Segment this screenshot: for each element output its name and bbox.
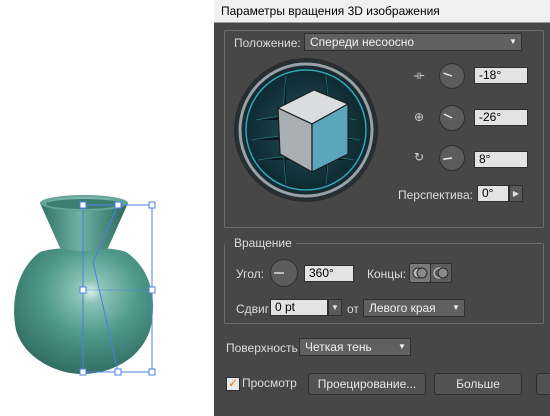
- offset-edge-value: Левого края: [369, 301, 436, 315]
- chevron-down-icon: ▼: [331, 303, 339, 312]
- ok-button-partial[interactable]: [536, 373, 550, 395]
- y-axis-rotate-icon: ⊕: [413, 110, 425, 124]
- artboard[interactable]: [0, 0, 214, 416]
- position-preset-dropdown[interactable]: Спереди несоосно ▼: [304, 33, 522, 51]
- chevron-down-icon: ▼: [452, 303, 460, 312]
- track-cube[interactable]: [236, 60, 376, 200]
- vase-3d-artwork: [14, 195, 156, 376]
- z-dial-needle: [442, 157, 453, 160]
- cap-on-icon: [412, 267, 428, 279]
- position-preset-value: Спереди несоосно: [310, 35, 415, 49]
- chevron-down-icon: ▼: [398, 342, 406, 351]
- angle-dial-needle: [274, 272, 284, 274]
- checkmark-icon: ✓: [228, 376, 239, 390]
- surface-dropdown[interactable]: Четкая тень ▼: [299, 338, 411, 356]
- y-rotation-dial[interactable]: [439, 105, 465, 131]
- preview-checkbox[interactable]: ✓: [226, 376, 240, 391]
- z-axis-rotate-icon: ↻: [413, 150, 425, 164]
- perspective-label: Перспектива:: [398, 188, 473, 202]
- perspective-field[interactable]: 0°: [477, 185, 509, 202]
- dialog-title: Параметры вращения 3D изображения: [221, 4, 440, 18]
- chevron-right-icon: ▶: [512, 189, 520, 198]
- perspective-dropdown-button[interactable]: ▶: [509, 185, 523, 202]
- offset-dropdown-button[interactable]: ▼: [328, 299, 342, 316]
- angle-dial[interactable]: [270, 259, 298, 287]
- x-axis-rotate-icon: ⟛: [413, 68, 425, 82]
- x-dial-needle: [443, 72, 453, 77]
- z-rotation-field[interactable]: 8°: [474, 151, 528, 168]
- cap-off-button[interactable]: [430, 263, 452, 283]
- surface-value: Четкая тень: [305, 340, 372, 354]
- 3d-revolve-options-dialog: Параметры вращения 3D изображения Положе…: [214, 0, 550, 416]
- caps-label: Концы:: [367, 267, 407, 281]
- position-label: Положение:: [234, 36, 301, 50]
- more-options-button[interactable]: Больше: [434, 373, 522, 395]
- preview-label: Просмотр: [242, 376, 297, 390]
- dialog-titlebar[interactable]: Параметры вращения 3D изображения: [214, 0, 550, 23]
- map-art-button[interactable]: Проецирование...: [308, 373, 426, 395]
- surface-label: Поверхность:: [226, 341, 302, 355]
- offset-field[interactable]: 0 pt: [270, 299, 328, 316]
- from-label: от: [347, 302, 359, 316]
- x-rotation-dial[interactable]: [439, 63, 465, 89]
- offset-label: Сдвиг:: [236, 302, 273, 316]
- cap-on-button[interactable]: [409, 263, 431, 283]
- y-dial-needle: [443, 113, 453, 119]
- z-rotation-dial[interactable]: [439, 145, 465, 171]
- cap-off-icon: [433, 267, 449, 279]
- x-rotation-field[interactable]: -18°: [474, 67, 528, 84]
- y-rotation-field[interactable]: -26°: [474, 109, 528, 126]
- chevron-down-icon: ▼: [509, 37, 517, 46]
- angle-field[interactable]: 360°: [304, 265, 354, 282]
- angle-label: Угол:: [236, 267, 264, 281]
- offset-from-edge-dropdown[interactable]: Левого края ▼: [363, 299, 465, 317]
